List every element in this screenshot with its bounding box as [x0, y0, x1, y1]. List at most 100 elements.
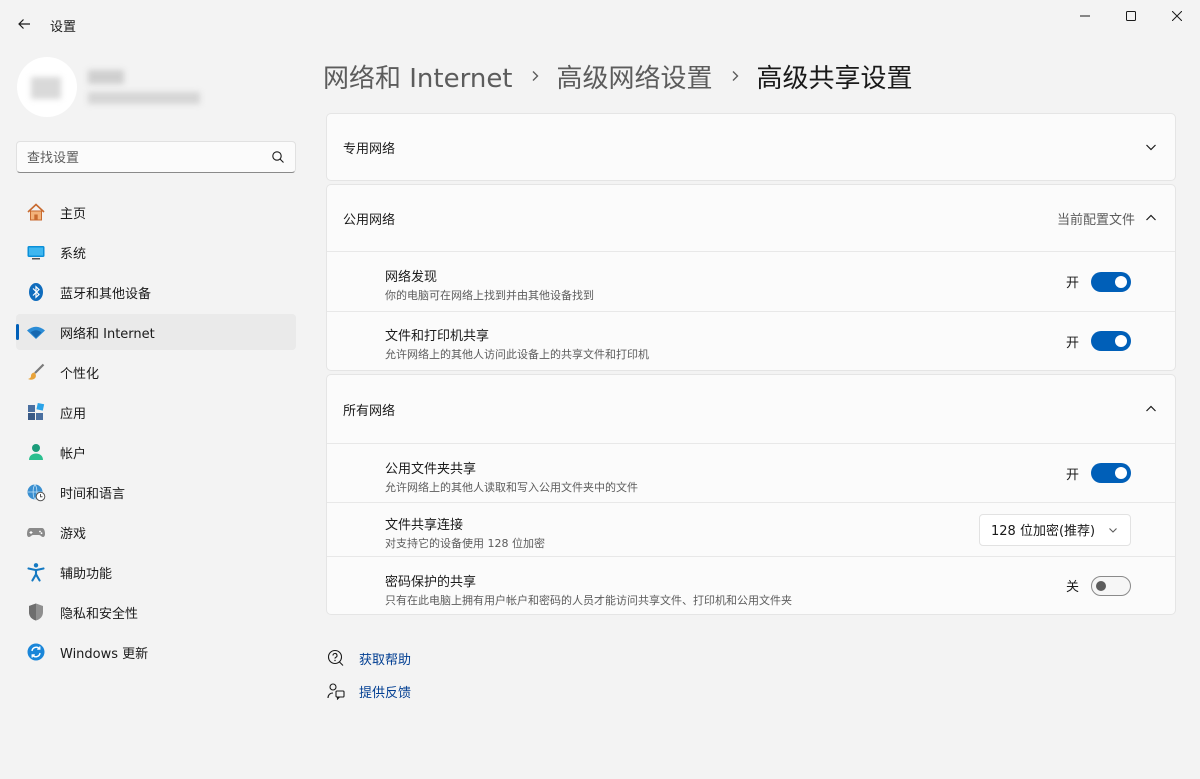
breadcrumb-item-network[interactable]: 网络和 Internet	[323, 58, 513, 95]
chevron-right-icon	[729, 70, 741, 82]
search-icon[interactable]	[271, 150, 285, 164]
sidebar-item-windows-update[interactable]: Windows 更新	[16, 634, 296, 670]
network-discovery-row: 网络发现 你的电脑可在网络上找到并由其他设备找到 开	[327, 251, 1175, 311]
wifi-icon	[26, 322, 46, 342]
section-title: 所有网络	[343, 403, 396, 419]
sidebar-item-label: 时间和语言	[60, 486, 126, 502]
sidebar-item-label: Windows 更新	[60, 646, 149, 662]
back-button[interactable]	[10, 10, 38, 38]
close-button[interactable]	[1154, 0, 1200, 32]
file-printer-sharing-toggle[interactable]	[1091, 331, 1131, 351]
maximize-icon	[1126, 11, 1136, 21]
sidebar-item-label: 辅助功能	[60, 566, 113, 582]
sidebar-item-home[interactable]: 主页	[16, 194, 296, 230]
sidebar-item-label: 网络和 Internet	[60, 326, 155, 342]
section-title: 公用网络	[343, 212, 396, 228]
breadcrumb: 网络和 Internet 高级网络设置 高级共享设置	[323, 58, 913, 94]
public-network-card: 公用网络 当前配置文件 网络发现 你的电脑可在网络上找到并由其他设备找到 开 文…	[326, 184, 1176, 371]
search-input[interactable]	[27, 148, 257, 168]
setting-description: 只有在此电脑上拥有用户帐户和密码的人员才能访问共享文件、打印机和公用文件夹	[385, 594, 792, 607]
chevron-down-icon	[1146, 144, 1156, 151]
user-name	[88, 70, 124, 84]
sidebar-item-accounts[interactable]: 帐户	[16, 434, 296, 470]
public-folder-sharing-toggle[interactable]	[1091, 463, 1131, 483]
all-networks-card: 所有网络 公用文件夹共享 允许网络上的其他人读取和写入公用文件夹中的文件 开 文…	[326, 374, 1176, 615]
accessibility-icon	[26, 562, 46, 582]
title-bar: 设置	[0, 0, 1200, 48]
password-protected-sharing-row: 密码保护的共享 只有在此电脑上拥有用户帐户和密码的人员才能访问共享文件、打印机和…	[327, 556, 1175, 614]
setting-title: 网络发现	[385, 270, 438, 285]
dropdown-selected-value: 128 位加密(推荐)	[991, 524, 1096, 539]
setting-description: 允许网络上的其他人访问此设备上的共享文件和打印机	[385, 348, 649, 361]
sidebar-item-bluetooth[interactable]: 蓝牙和其他设备	[16, 274, 296, 310]
file-sharing-connections-row: 文件共享连接 对支持它的设备使用 128 位加密 128 位加密(推荐)	[327, 502, 1175, 556]
chevron-down-icon	[1109, 527, 1117, 533]
network-discovery-toggle[interactable]	[1091, 271, 1131, 292]
search-box[interactable]	[16, 141, 296, 173]
chevron-up-icon	[1146, 405, 1156, 412]
system-icon	[26, 242, 46, 262]
home-icon	[26, 202, 46, 222]
apps-icon	[26, 402, 46, 422]
close-icon	[1172, 11, 1182, 21]
password-protected-sharing-toggle[interactable]	[1091, 575, 1131, 596]
page-title: 高级共享设置	[756, 63, 913, 94]
public-folder-sharing-row: 公用文件夹共享 允许网络上的其他人读取和写入公用文件夹中的文件 开	[327, 443, 1175, 502]
give-feedback-link[interactable]: 提供反馈	[326, 679, 411, 703]
sidebar-item-network[interactable]: 网络和 Internet	[16, 314, 296, 350]
section-title: 专用网络	[343, 141, 396, 157]
current-profile-label: 当前配置文件	[1056, 212, 1135, 228]
toggle-state-label: 开	[1065, 335, 1079, 351]
sidebar-item-label: 应用	[60, 406, 87, 422]
setting-description: 你的电脑可在网络上找到并由其他设备找到	[385, 289, 594, 302]
chevron-right-icon	[529, 70, 541, 82]
globe-clock-icon	[26, 482, 46, 502]
sidebar-item-accessibility[interactable]: 辅助功能	[16, 554, 296, 590]
account-icon	[26, 442, 46, 462]
get-help-link[interactable]: 获取帮助	[326, 646, 411, 670]
sidebar-item-label: 游戏	[60, 526, 87, 542]
sidebar-item-label: 隐私和安全性	[60, 606, 139, 622]
sidebar-item-gaming[interactable]: 游戏	[16, 514, 296, 550]
bluetooth-icon	[26, 282, 46, 302]
private-network-card[interactable]: 专用网络	[326, 113, 1176, 181]
sidebar-item-personalization[interactable]: 个性化	[16, 354, 296, 390]
help-icon	[326, 648, 346, 668]
toggle-state-label: 开	[1065, 276, 1079, 291]
setting-description: 允许网络上的其他人读取和写入公用文件夹中的文件	[385, 481, 638, 494]
sidebar-item-label: 主页	[60, 206, 87, 222]
minimize-button[interactable]	[1062, 0, 1108, 32]
app-title: 设置	[50, 20, 77, 35]
get-help-label[interactable]: 获取帮助	[359, 649, 411, 668]
all-networks-header[interactable]: 所有网络	[327, 375, 1175, 443]
sidebar-item-apps[interactable]: 应用	[16, 394, 296, 430]
sidebar-item-label: 帐户	[60, 446, 87, 462]
update-icon	[26, 642, 46, 662]
sidebar-item-label: 蓝牙和其他设备	[60, 286, 152, 302]
gamepad-icon	[26, 522, 46, 542]
feedback-icon	[326, 681, 346, 701]
file-printer-sharing-row: 文件和打印机共享 允许网络上的其他人访问此设备上的共享文件和打印机 开	[327, 311, 1175, 370]
toggle-state-label: 开	[1065, 467, 1079, 483]
breadcrumb-item-advanced[interactable]: 高级网络设置	[557, 58, 713, 95]
toggle-state-label: 关	[1065, 580, 1079, 595]
encryption-dropdown[interactable]: 128 位加密(推荐)	[979, 513, 1131, 546]
avatar[interactable]	[17, 57, 77, 117]
sidebar-item-label: 系统	[60, 246, 87, 262]
sidebar-item-label: 个性化	[60, 366, 100, 382]
maximize-button[interactable]	[1108, 0, 1154, 32]
back-arrow-icon	[18, 19, 30, 29]
user-email	[88, 92, 200, 104]
settings-window: 设置 主页 系统	[0, 0, 1200, 779]
private-network-header[interactable]: 专用网络	[327, 114, 1175, 180]
public-network-header[interactable]: 公用网络 当前配置文件	[327, 185, 1175, 251]
setting-title: 公用文件夹共享	[385, 462, 477, 477]
sidebar-item-time-language[interactable]: 时间和语言	[16, 474, 296, 510]
chevron-up-icon	[1146, 214, 1156, 221]
give-feedback-label[interactable]: 提供反馈	[359, 682, 411, 701]
sidebar-item-privacy[interactable]: 隐私和安全性	[16, 594, 296, 630]
sidebar-item-system[interactable]: 系统	[16, 234, 296, 270]
shield-icon	[26, 602, 46, 622]
minimize-icon	[1080, 15, 1090, 17]
sidebar-nav: 主页 系统 蓝牙和其他设备 网络和 Internet 个性化 应用 帐户 时间和…	[16, 194, 296, 674]
